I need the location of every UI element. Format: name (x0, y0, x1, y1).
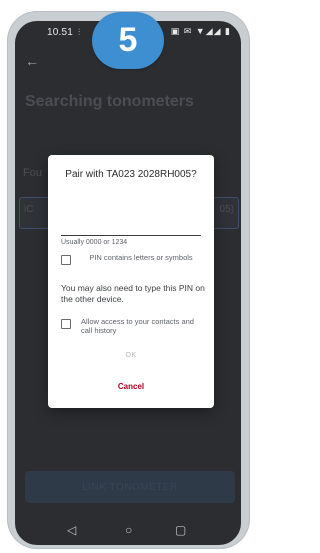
pairing-dialog: Pair with TA023 2028RH005? Usually 0000 … (48, 155, 214, 408)
navigation-bar: ◁ ○ ▢ (15, 517, 241, 545)
pin-letters-label: PIN contains letters or symbols (89, 253, 193, 262)
cancel-button[interactable]: Cancel (48, 382, 214, 391)
back-arrow-icon[interactable]: ← (25, 53, 39, 69)
contacts-access-label: Allow access to your contacts and call h… (81, 317, 194, 335)
step-number-badge: 5 (92, 12, 164, 69)
nav-recent-apps-icon[interactable]: ▢ (175, 523, 186, 537)
pin-hint: Usually 0000 or 1234 (61, 239, 128, 246)
nav-back-icon[interactable]: ◁ (67, 523, 76, 537)
link-tonometer-button[interactable]: LINK TONOMETER (25, 471, 235, 503)
status-icons: ▣ ✉ ▼◢◢ ▮ (170, 26, 231, 36)
dialog-title: Pair with TA023 2028RH005? (65, 169, 197, 180)
nav-home-icon[interactable]: ○ (125, 523, 132, 537)
found-label: Fou (23, 167, 42, 179)
pin-letters-checkbox[interactable] (61, 255, 71, 265)
ok-button[interactable]: OK (48, 352, 214, 359)
status-time: 10.51 (47, 27, 74, 38)
pin-input[interactable] (61, 221, 201, 236)
page-title: Searching tonometers (25, 93, 194, 110)
device-item-left-text: iC (24, 204, 34, 215)
status-indicator: ⫶ (78, 27, 81, 37)
contacts-access-checkbox[interactable] (61, 319, 71, 329)
device-item-right-text: 05) (219, 204, 234, 215)
dialog-info-text: You may also need to type this PIN on th… (61, 283, 205, 304)
